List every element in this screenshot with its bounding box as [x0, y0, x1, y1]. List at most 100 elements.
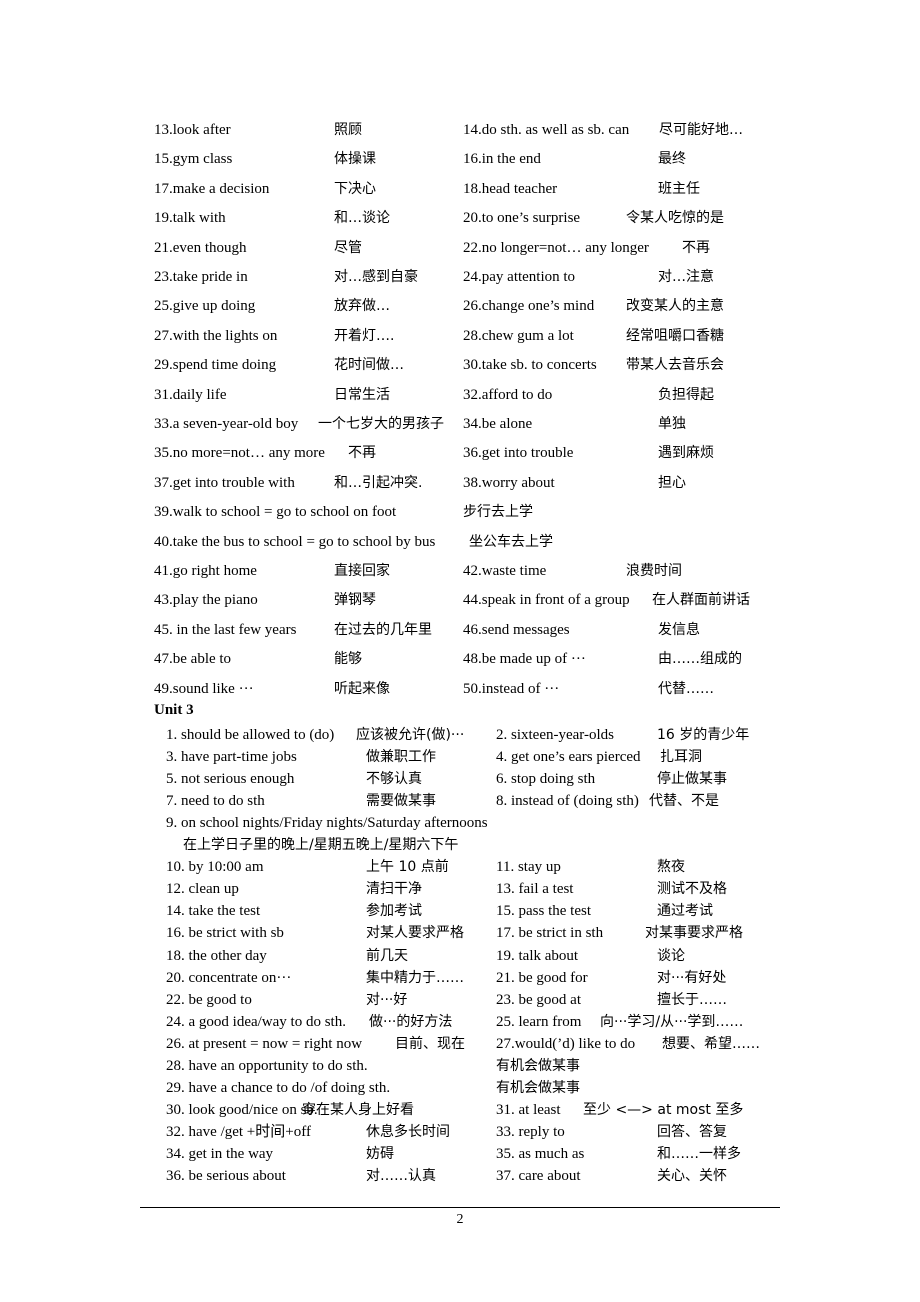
phrase-chinese: 体操课 [334, 151, 376, 168]
phrase-row: 37.get into trouble with 和…引起冲突. 38.worry … [0, 472, 920, 494]
phrase-chinese: 擅长于…… [657, 991, 727, 1008]
phrase-english: 28. have an opportunity to do sth. [166, 1057, 368, 1074]
phrase-chinese: 代替…… [658, 680, 714, 697]
phrase-row: 7. need to do sth 需要做某事 8. instead of (doi… [0, 790, 920, 812]
phrase-row: 43.play the piano 弹钢琴 44.speak in front of… [0, 589, 920, 611]
phrase-chinese: 能够 [334, 651, 362, 668]
phrase-english: 34.be alone [463, 416, 533, 432]
phrase-english: 21.even though [154, 239, 247, 256]
phrase-english: 11. stay up [496, 859, 561, 876]
phrase-chinese: 照顾 [334, 122, 362, 138]
phrase-english: 50.instead of ··· [463, 680, 560, 697]
phrase-chinese: 和…谈论 [334, 210, 390, 227]
phrase-chinese: 发信息 [658, 621, 700, 638]
phrase-english: 4. get one’s ears pierced [496, 749, 641, 766]
phrase-english: 14. take the test [166, 903, 261, 920]
phrase-chinese: 熬夜 [657, 859, 685, 876]
phrase-row: 10. by 10:00 am 上午 10 点前 11. stay up 熬夜 [0, 856, 920, 878]
phrase-chinese: 直接回家 [334, 563, 390, 579]
phrase-chinese: 对…注意 [658, 269, 714, 285]
phrase-chinese: 至少 <—> at most 至多 [583, 1101, 744, 1118]
phrase-chinese: 浪费时间 [626, 563, 682, 579]
phrase-english: 3. have part-time jobs [166, 749, 297, 766]
phrase-chinese: 应该被允许(做)··· [356, 727, 465, 743]
phrase-english: 16.in the end [463, 151, 541, 168]
phrase-chinese: 令某人吃惊的是 [626, 210, 724, 227]
phrase-chinese: 步行去上学 [463, 504, 533, 521]
phrase-row: 26. at present = now = right now 目前、现在 27.… [0, 1033, 920, 1055]
phrase-row: 5. not serious enough 不够认真 6. stop doing s… [0, 768, 920, 790]
phrase-chinese: 花时间做… [334, 357, 404, 374]
phrase-english: 7. need to do sth [166, 793, 265, 810]
phrase-english: 2. sixteen-year-olds [496, 727, 614, 743]
phrase-english: 35.no more=not… any more [154, 445, 325, 462]
phrase-english: 21. be good for [496, 969, 588, 986]
phrase-chinese: 和…引起冲突. [334, 474, 423, 491]
phrase-english: 30. look good/nice on sb. [166, 1101, 318, 1118]
phrase-english: 38.worry about [463, 474, 555, 491]
phrase-row: 39.walk to school = go to school on foot… [0, 501, 920, 523]
phrase-english: 27.with the lights on [154, 327, 278, 344]
phrase-chinese: 扎耳洞 [660, 749, 702, 766]
phrase-english: 31. at least [496, 1101, 561, 1118]
phrase-english: 26. at present = now = right now [166, 1035, 363, 1052]
phrase-row: 15.gym class 体操课 16.in the end 最终 [0, 148, 920, 170]
phrase-chinese: 一个七岁大的男孩子 [318, 416, 444, 432]
phrase-chinese: 不再 [682, 239, 710, 256]
phrase-chinese: 在过去的几年里 [334, 621, 432, 638]
phrase-chinese: 想要、希望…… [662, 1035, 760, 1052]
phrase-row: 41.go right home 直接回家 42.waste time 浪费时间 [0, 560, 920, 582]
phrase-english: 33.a seven-year-old boy [154, 416, 299, 432]
phrase-english: 43.play the piano [154, 592, 258, 609]
phrase-chinese: 测试不及格 [657, 881, 727, 898]
phrase-english: 39.walk to school = go to school on foot [154, 504, 397, 521]
phrase-english: 22. be good to [166, 991, 252, 1008]
phrase-chinese: 停止做某事 [657, 771, 727, 788]
phrase-english: 41.go right home [154, 563, 257, 579]
phrase-english: 19.talk with [154, 210, 226, 227]
phrase-chinese: 担心 [658, 474, 686, 491]
phrase-chinese: 由……组成的 [658, 651, 742, 668]
phrase-row: 28. have an opportunity to do sth. 有机会做某事 [0, 1055, 920, 1077]
phrase-english: 8. instead of (doing sth) [496, 793, 639, 810]
phrase-english: 23.take pride in [154, 269, 248, 285]
phrase-english: 5. not serious enough [166, 771, 295, 788]
phrase-english: 23. be good at [496, 991, 581, 1008]
phrase-chinese: 日常生活 [334, 386, 390, 403]
phrase-chinese: 向···学习/从···学到…… [600, 1013, 744, 1030]
phrase-english: 26.change one’s mind [463, 298, 595, 315]
phrase-english: 40.take the bus to school = go to school… [154, 533, 436, 550]
phrase-row: 1. should be allowed to (do) 应该被允许(做)··· 2… [0, 724, 920, 746]
phrase-english: 47.be able to [154, 651, 232, 668]
phrase-chinese: 有机会做某事 [496, 1079, 580, 1096]
phrase-english: 15. pass the test [496, 903, 591, 920]
phrase-english: 28.chew gum a lot [463, 327, 574, 344]
phrase-chinese: 对某事要求严格 [645, 925, 743, 942]
phrase-english: 24.pay attention to [463, 269, 576, 285]
phrase-chinese: 清扫干净 [366, 881, 422, 898]
phrase-chinese: 单独 [658, 416, 686, 432]
phrase-chinese: 坐公车去上学 [469, 533, 553, 550]
phrase-chinese: 目前、现在 [395, 1035, 465, 1052]
phrase-row: 27.with the lights on 开着灯…. 28.chew gum a … [0, 325, 920, 347]
phrase-chinese: 在人群面前讲话 [652, 592, 750, 609]
phrase-row: 9. on school nights/Friday nights/Saturd… [0, 812, 920, 834]
phrase-row: 49.sound like ··· 听起来像 50.instead of ··· 代替… [0, 678, 920, 700]
phrase-row: 18. the other day 前几天 19. talk about 谈论 [0, 945, 920, 967]
phrase-row: 29. have a chance to do /of doing sth. 有机… [0, 1077, 920, 1099]
phrase-row: 在上学日子里的晚上/星期五晚上/星期六下午 [0, 834, 920, 856]
phrase-row: 36. be serious about 对……认真 37. care about 关… [0, 1165, 920, 1187]
phrase-chinese: 谈论 [657, 947, 685, 964]
phrase-row: 34. get in the way 妨碍 35. as much as 和……一样多 [0, 1143, 920, 1165]
phrase-english: 37. care about [496, 1168, 581, 1184]
phrase-row: 17.make a decision 下决心 18.head teacher 班主任 [0, 178, 920, 200]
phrase-english: 19. talk about [496, 947, 579, 964]
phrase-chinese: 穿在某人身上好看 [302, 1101, 414, 1118]
phrase-english: 1. should be allowed to (do) [166, 727, 335, 743]
phrase-english: 29.spend time doing [154, 357, 277, 374]
phrase-chinese: 妨碍 [366, 1145, 394, 1162]
phrase-english: 30.take sb. to concerts [463, 357, 597, 374]
phrase-row: 3. have part-time jobs 做兼职工作 4. get one’s … [0, 746, 920, 768]
phrase-english: 15.gym class [154, 151, 233, 168]
phrase-english: 16. be strict with sb [166, 925, 284, 942]
